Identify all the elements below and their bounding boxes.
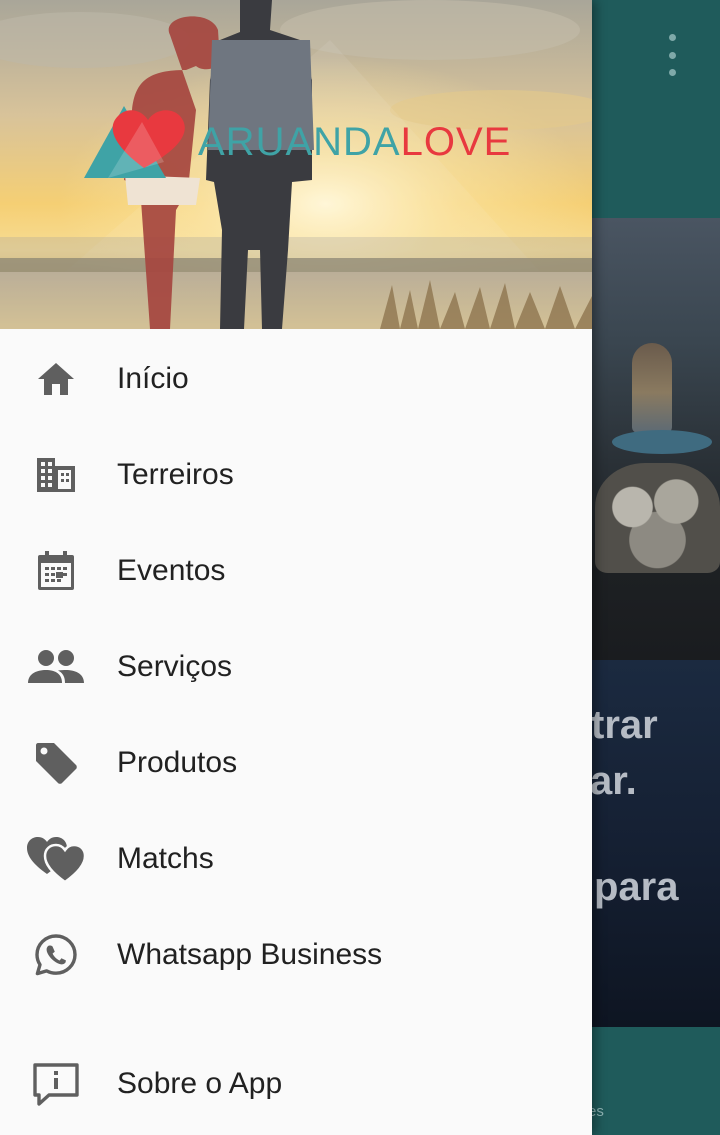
calendar-icon (27, 542, 85, 600)
flowers-image (595, 463, 720, 573)
menu-label: Início (117, 362, 189, 395)
info-comment-icon (27, 1055, 85, 1113)
app-name-part: LOVE (400, 120, 512, 164)
people-icon (27, 638, 85, 696)
menu-item-matchs[interactable]: Matchs (0, 811, 592, 907)
menu-label: Whatsapp Business (117, 938, 383, 971)
drawer-header: ARUANDALOVE (0, 0, 592, 329)
statue-image (632, 343, 672, 433)
menu-item-sobre-o-app[interactable]: Sobre o App (0, 1036, 592, 1132)
menu-label: Sobre o App (117, 1067, 283, 1100)
menu-item-terreiros[interactable]: Terreiros (0, 427, 592, 523)
menu-item-whatsapp-business[interactable]: Whatsapp Business (0, 907, 592, 1003)
home-icon (27, 350, 85, 408)
whatsapp-icon (27, 926, 85, 984)
menu-item-eventos[interactable]: Eventos (0, 523, 592, 619)
pedestal-image (612, 430, 712, 454)
banner-text-line: ar. (590, 759, 637, 803)
menu-label: Matchs (117, 842, 214, 875)
app-name-part: ARUANDA (198, 120, 401, 164)
menu-label: Eventos (117, 554, 226, 587)
menu-label: Terreiros (117, 458, 234, 491)
more-vert-icon[interactable] (658, 34, 686, 76)
menu-label: Produtos (117, 746, 238, 779)
tag-icon (27, 734, 85, 792)
building-icon (27, 446, 85, 504)
menu-item-servicos[interactable]: Serviços (0, 619, 592, 715)
menu-label: Serviços (117, 650, 233, 683)
hearts-icon (27, 830, 85, 888)
banner-text-line: trar (591, 703, 658, 747)
menu-item-produtos[interactable]: Produtos (0, 715, 592, 811)
app-name: ARUANDALOVE (198, 118, 511, 166)
navigation-drawer: ARUANDALOVE Início Terreiros Eventos Ser… (0, 0, 592, 1135)
menu-item-inicio[interactable]: Início (0, 331, 592, 427)
banner-text-line: para (594, 865, 679, 909)
